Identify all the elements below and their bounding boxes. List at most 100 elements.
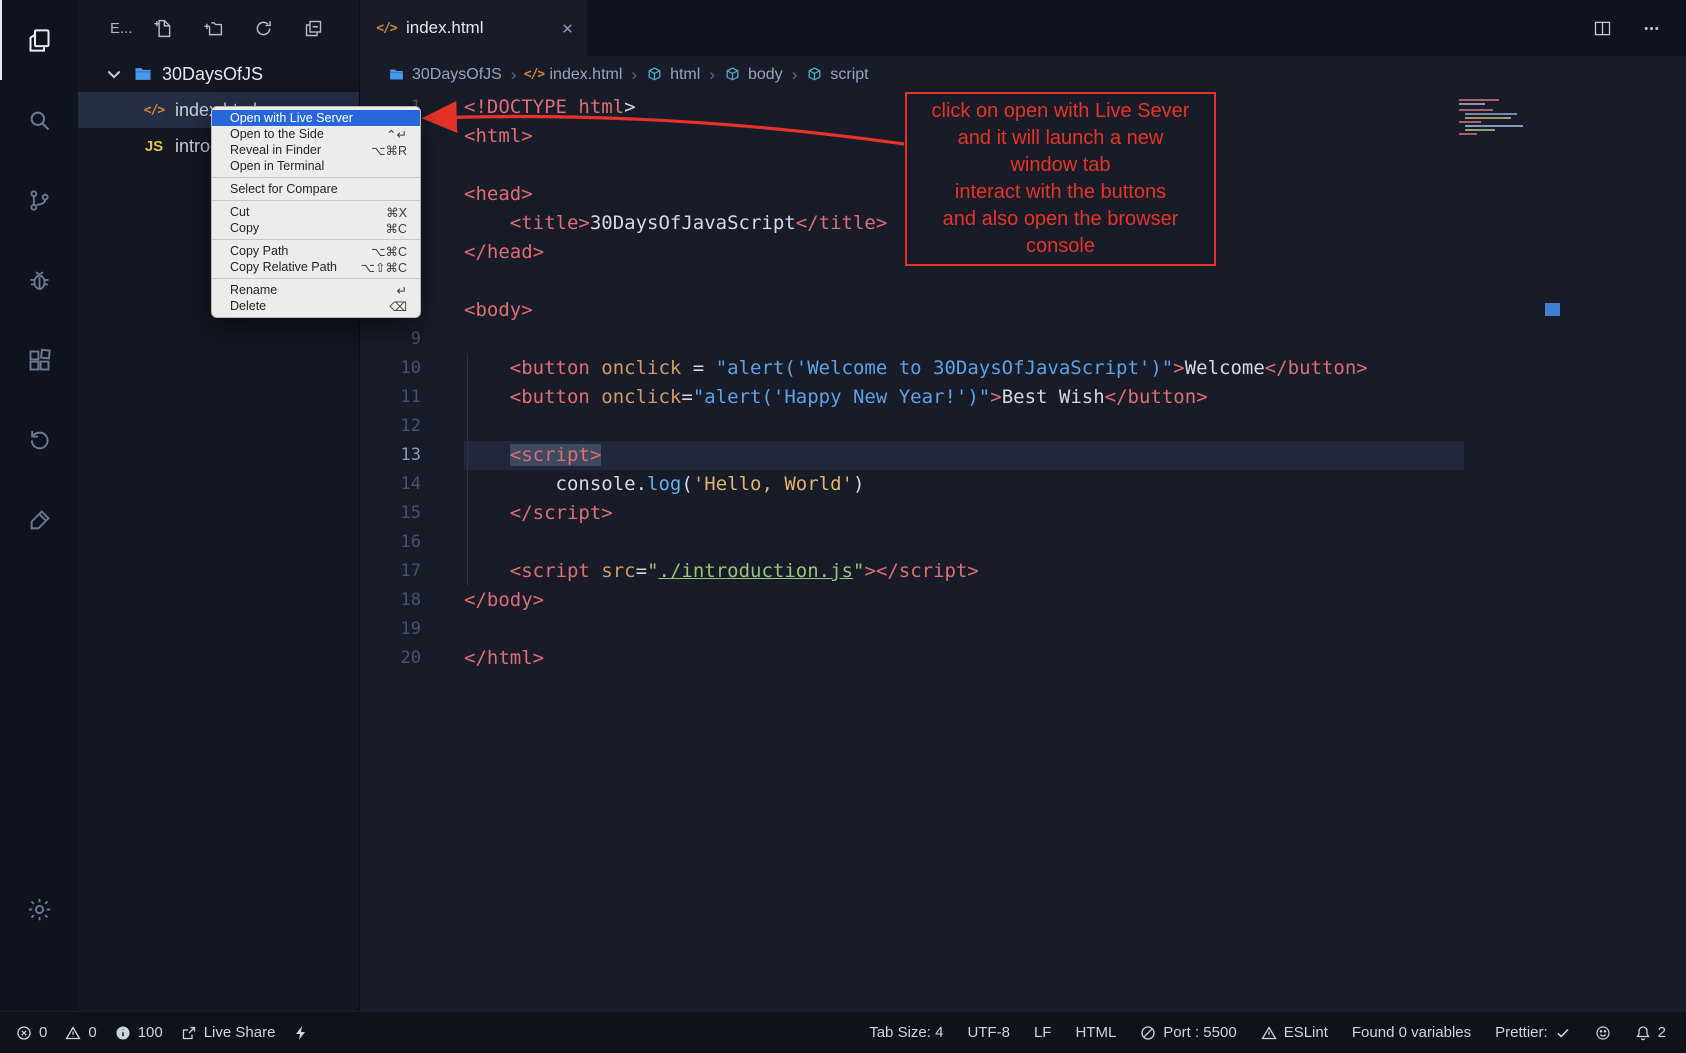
- menu-item-select-for-compare[interactable]: Select for Compare: [212, 181, 420, 197]
- annotation-line: interact with the buttons: [909, 179, 1212, 206]
- activity-settings[interactable]: [0, 869, 78, 949]
- split-editor-icon[interactable]: [1592, 18, 1613, 39]
- status-left-group: 0 0 100 Live Share: [16, 1024, 309, 1041]
- menu-item-label: Open to the Side: [230, 127, 324, 141]
- code-token: [464, 444, 510, 466]
- menu-item-copy-path[interactable]: Copy Path⌥⌘C: [212, 243, 420, 259]
- status-100[interactable]: 100: [115, 1024, 163, 1041]
- status-label: Port : 5500: [1163, 1024, 1236, 1041]
- extensions-icon: [26, 347, 53, 374]
- menu-item-copy[interactable]: Copy⌘C: [212, 220, 420, 236]
- status-0[interactable]: 0: [16, 1024, 47, 1041]
- menu-item-cut[interactable]: Cut⌘X: [212, 204, 420, 220]
- activity-code-review[interactable]: [0, 480, 78, 560]
- status-eslint[interactable]: ESLint: [1261, 1024, 1328, 1041]
- status-label: Live Share: [204, 1024, 276, 1041]
- code-line-11: 11 <button onclick="alert('Happy New Yea…: [360, 383, 1686, 412]
- activity-search[interactable]: [0, 80, 78, 160]
- breadcrumb-label: 30DaysOfJS: [412, 66, 502, 84]
- search-icon: [26, 107, 53, 134]
- source-control-icon: [26, 187, 53, 214]
- activity-explorer[interactable]: [0, 0, 78, 80]
- status-0[interactable]: 0: [65, 1024, 96, 1041]
- code-text: <button onclick="alert('Happy New Year!'…: [421, 383, 1208, 412]
- status-found-0-variables[interactable]: Found 0 variables: [1352, 1024, 1471, 1041]
- code-text: [421, 151, 464, 180]
- code-token: <script>: [510, 444, 602, 466]
- annotation-line: and it will launch a new: [909, 125, 1212, 152]
- breadcrumb-script[interactable]: script: [806, 66, 868, 84]
- status-label: Found 0 variables: [1352, 1024, 1471, 1041]
- menu-item-label: Copy: [230, 221, 259, 235]
- code-line-17: 17 <script src="./introduction.js"></scr…: [360, 557, 1686, 586]
- status-prettier[interactable]: Prettier:: [1495, 1024, 1571, 1041]
- close-tab-icon[interactable]: [560, 21, 575, 36]
- status-label: 0: [88, 1024, 96, 1041]
- zap-icon: [293, 1025, 309, 1041]
- activity-source-control[interactable]: [0, 160, 78, 240]
- status-zap[interactable]: [293, 1025, 309, 1041]
- breadcrumb-30daysofjs[interactable]: 30DaysOfJS: [388, 66, 502, 84]
- menu-item-delete[interactable]: Delete⌫: [212, 298, 420, 314]
- more-actions-icon[interactable]: [1641, 18, 1662, 39]
- debug-icon: [26, 267, 53, 294]
- tab-index-html[interactable]: </> index.html: [360, 0, 587, 56]
- html-icon: </>: [525, 66, 542, 83]
- status-2[interactable]: 2: [1635, 1024, 1666, 1041]
- breadcrumb-body[interactable]: body: [724, 66, 783, 84]
- menu-item-rename[interactable]: Rename↵: [212, 282, 420, 298]
- code-token: <body>: [464, 299, 533, 321]
- menu-shortcut: ⌥⌘R: [371, 143, 407, 158]
- warning-icon: [1261, 1025, 1277, 1041]
- code-token: log: [647, 473, 681, 495]
- code-text: [421, 325, 464, 354]
- minimap[interactable]: [1455, 97, 1543, 139]
- activity-history[interactable]: [0, 400, 78, 480]
- code-token: </script>: [510, 502, 613, 524]
- refresh-icon[interactable]: [253, 18, 274, 39]
- breadcrumb-html[interactable]: html: [646, 66, 700, 84]
- menu-item-open-to-the-side[interactable]: Open to the Side⌃↵: [212, 126, 420, 142]
- menu-item-label: Copy Path: [230, 244, 288, 258]
- line-number: 9: [360, 325, 421, 354]
- status-lf[interactable]: LF: [1034, 1024, 1052, 1041]
- menu-item-label: Select for Compare: [230, 182, 338, 196]
- line-number: 13: [360, 441, 421, 470]
- collapse-all-icon[interactable]: [303, 18, 324, 39]
- menu-item-copy-relative-path[interactable]: Copy Relative Path⌥⇧⌘C: [212, 259, 420, 275]
- status-html[interactable]: HTML: [1075, 1024, 1116, 1041]
- menu-shortcut: ⌫: [389, 299, 407, 314]
- status-utf-8[interactable]: UTF-8: [967, 1024, 1010, 1041]
- activity-debug[interactable]: [0, 240, 78, 320]
- activity-extensions[interactable]: [0, 320, 78, 400]
- status-tab-size-4[interactable]: Tab Size: 4: [869, 1024, 943, 1041]
- code-text: [421, 615, 464, 644]
- explorer-title: E...: [110, 20, 133, 37]
- status-port-5500[interactable]: Port : 5500: [1140, 1024, 1236, 1041]
- breadcrumb-index-html[interactable]: </>index.html: [525, 66, 622, 84]
- code-token: >: [1173, 357, 1184, 379]
- code-token: </title>: [796, 212, 888, 234]
- status-label: 100: [138, 1024, 163, 1041]
- menu-item-reveal-in-finder[interactable]: Reveal in Finder ⌥⌘R: [212, 142, 420, 158]
- code-token: 30DaysOfJavaScript: [590, 212, 796, 234]
- code-line-15: 15 </script>: [360, 499, 1686, 528]
- status-label: 2: [1658, 1024, 1666, 1041]
- line-number: 14: [360, 470, 421, 499]
- context-menu: Open with Live ServerOpen to the Side⌃↵R…: [211, 106, 421, 318]
- new-file-icon[interactable]: [153, 18, 174, 39]
- status-live-share[interactable]: Live Share: [181, 1024, 276, 1041]
- status-label: HTML: [1075, 1024, 1116, 1041]
- status-smiley[interactable]: [1595, 1025, 1611, 1041]
- code-token: >: [624, 96, 635, 118]
- menu-item-open-with-live-server[interactable]: Open with Live Server: [212, 110, 420, 126]
- code-line-10: 10 <button onclick = "alert('Welcome to …: [360, 354, 1686, 383]
- new-folder-icon[interactable]: [203, 18, 224, 39]
- folder-root-row[interactable]: 30DaysOfJS: [78, 56, 359, 92]
- menu-item-label: Reveal in Finder: [230, 143, 321, 157]
- menu-item-open-in-terminal[interactable]: Open in Terminal: [212, 158, 420, 174]
- menu-shortcut: ⌘X: [386, 205, 407, 220]
- menu-shortcut: ⌥⇧⌘C: [361, 260, 407, 275]
- line-number: 16: [360, 528, 421, 557]
- code-text: [421, 412, 464, 441]
